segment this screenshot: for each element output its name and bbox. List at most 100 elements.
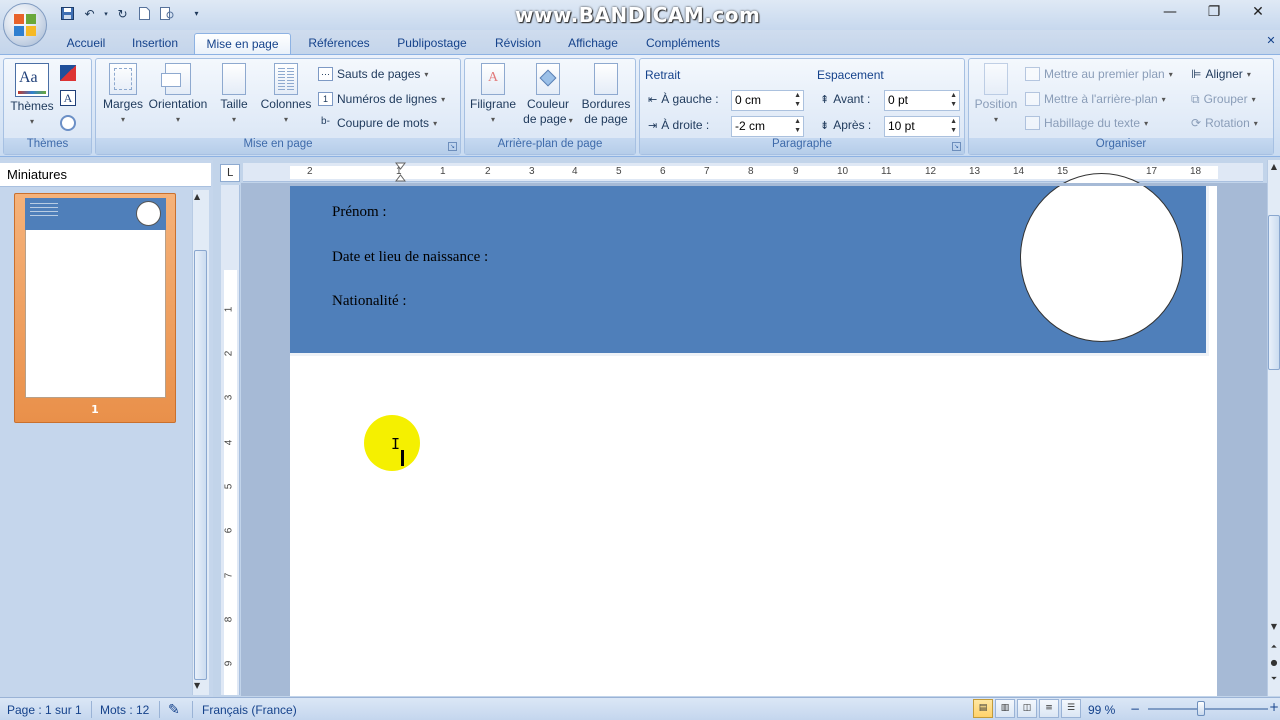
web-layout-icon[interactable]: ◫ — [1017, 699, 1037, 718]
undo-icon[interactable]: ↶ — [80, 4, 99, 23]
arriere-plan-label: Mettre à l'arrière-plan — [1044, 92, 1158, 106]
date-lieu-text[interactable]: Date et lieu de naissance : — [332, 249, 488, 266]
theme-fonts-icon[interactable]: A — [60, 90, 76, 106]
spinner-arrows-icon[interactable]: ▲ ▼ — [950, 91, 957, 109]
tab-selector[interactable]: L — [220, 164, 240, 182]
maximize-button[interactable]: ❐ — [1192, 0, 1236, 24]
tab-mise-en-page[interactable]: Mise en page — [194, 33, 291, 54]
thumbnail-text-lines — [30, 203, 58, 217]
position-button[interactable]: Position ▾ — [972, 63, 1020, 127]
thumbnails-scroll-thumb[interactable] — [194, 250, 207, 680]
theme-effects-icon[interactable] — [60, 115, 76, 131]
ribbon: Aa Thèmes ▾ A Thèmes Marges ▾ Orientatio… — [0, 54, 1280, 157]
scroll-up-icon[interactable]: ▲ — [194, 192, 200, 201]
scroll-down-icon[interactable]: ▼ — [1268, 622, 1280, 631]
group-paragraphe: Retrait ⇤ À gauche : 0 cm ▲ ▼ ⇥ À droite … — [639, 58, 965, 155]
rotation-button[interactable]: ⟳ Rotation ▾ — [1191, 113, 1258, 133]
theme-colors-icon[interactable] — [60, 65, 76, 81]
bordures-de-page-button[interactable]: Bordures de page — [578, 63, 634, 127]
tab-accueil[interactable]: Accueil — [63, 33, 109, 54]
tab-revision[interactable]: Révision — [489, 33, 547, 54]
arriere-plan-button[interactable]: Mettre à l'arrière-plan ▾ — [1025, 89, 1166, 109]
bordures-label-2: de page — [584, 112, 628, 126]
print-layout-icon[interactable]: ▤ — [973, 699, 993, 718]
numeros-de-lignes-button[interactable]: 1 Numéros de lignes ▾ — [318, 89, 445, 109]
dialog-launcher-icon[interactable]: ↘ — [448, 142, 457, 151]
espacement-apres-input[interactable]: 10 pt ▲ ▼ — [884, 116, 960, 137]
save-icon[interactable] — [58, 4, 77, 23]
espacement-apres-label: ⇟ Après : — [820, 115, 871, 135]
retrait-droite-input[interactable]: -2 cm ▲ ▼ — [731, 116, 804, 137]
document-scroll-thumb[interactable] — [1268, 215, 1280, 370]
zoom-out-icon[interactable]: − — [1130, 702, 1140, 716]
customize-qat-icon[interactable]: ▾ — [187, 4, 206, 23]
spinner-arrows-icon[interactable]: ▲ ▼ — [794, 117, 801, 135]
indent-marker-icon[interactable] — [395, 162, 406, 182]
zoom-level[interactable]: 99 % — [1088, 703, 1115, 717]
tab-complements[interactable]: Compléments — [640, 33, 726, 54]
aligner-button[interactable]: ⊫ Aligner ▾ — [1191, 64, 1251, 84]
coupure-de-mots-button[interactable]: b- Coupure de mots ▾ — [318, 113, 437, 133]
close-button[interactable]: ✕ — [1236, 0, 1280, 24]
tab-publipostage[interactable]: Publipostage — [390, 33, 474, 54]
orientation-button[interactable]: Orientation ▾ — [148, 63, 208, 127]
print-preview-icon[interactable] — [157, 4, 176, 23]
sauts-de-pages-button[interactable]: ⋯ Sauts de pages ▾ — [318, 64, 428, 84]
filigrane-button[interactable]: A Filigrane ▾ — [468, 63, 518, 127]
full-screen-reading-icon[interactable]: ▥ — [995, 699, 1015, 718]
undo-dropdown-icon[interactable]: ▾ — [102, 4, 110, 23]
habillage-button[interactable]: Habillage du texte ▾ — [1025, 113, 1148, 133]
scroll-up-icon[interactable]: ▲ — [1268, 162, 1280, 171]
chevron-down-icon: ▾ — [993, 115, 998, 124]
new-document-icon[interactable] — [135, 4, 154, 23]
ruler-tick-label: 4 — [572, 166, 578, 177]
retrait-gauche-input[interactable]: 0 cm ▲ ▼ — [731, 90, 804, 111]
nationalite-text[interactable]: Nationalité : — [332, 293, 407, 310]
themes-button[interactable]: Aa Thèmes ▾ — [8, 63, 56, 129]
browse-object-icon[interactable]: ● — [1268, 658, 1280, 667]
draft-icon[interactable]: ☰ — [1061, 699, 1081, 718]
ruler-tick-label: 1 — [223, 306, 235, 313]
zoom-slider-knob[interactable] — [1197, 701, 1205, 716]
premier-plan-button[interactable]: Mettre au premier plan ▾ — [1025, 64, 1173, 84]
ruler-tick-label: 6 — [223, 527, 235, 534]
tab-insertion[interactable]: Insertion — [126, 33, 184, 54]
next-page-icon[interactable]: ⏷ — [1268, 674, 1280, 684]
status-language[interactable]: Français (France) — [202, 703, 297, 717]
redo-icon[interactable]: ↻ — [113, 4, 132, 23]
previous-page-icon[interactable]: ⏶ — [1268, 642, 1280, 652]
status-page[interactable]: Page : 1 sur 1 — [7, 703, 82, 717]
grouper-button[interactable]: ⧉ Grouper ▾ — [1191, 89, 1256, 109]
ruler-tick-label: 14 — [1013, 166, 1025, 177]
marges-button[interactable]: Marges ▾ — [100, 63, 146, 127]
taille-button[interactable]: Taille ▾ — [214, 63, 254, 127]
minimize-button[interactable]: — — [1148, 0, 1192, 24]
tab-references[interactable]: Références — [302, 33, 376, 54]
view-buttons: ▤ ▥ ◫ ≡ ☰ — [973, 699, 1081, 718]
zoom-in-icon[interactable]: + — [1269, 700, 1279, 714]
proofing-icon[interactable]: ✎ — [168, 701, 180, 718]
photo-circle[interactable] — [1020, 173, 1183, 342]
status-words[interactable]: Mots : 12 — [100, 703, 149, 717]
habillage-label: Habillage du texte — [1044, 116, 1141, 130]
prenom-text[interactable]: Prénom : — [332, 204, 387, 221]
help-icon[interactable]: ✕ — [1264, 34, 1278, 48]
indent-right-icon: ⇥ — [648, 119, 658, 132]
chevron-down-icon: ▾ — [120, 115, 125, 124]
ruler-tick-label: 4 — [223, 439, 235, 446]
ruler-tick-label: 7 — [704, 166, 710, 177]
espacement-avant-input[interactable]: 0 pt ▲ ▼ — [884, 90, 960, 111]
send-back-icon — [1025, 92, 1040, 106]
couleur-de-page-button[interactable]: Couleur de page ▾ — [520, 63, 576, 128]
spinner-arrows-icon[interactable]: ▲ ▼ — [950, 117, 957, 135]
scroll-down-icon[interactable]: ▼ — [194, 681, 200, 690]
tab-affichage[interactable]: Affichage — [561, 33, 625, 54]
spinner-arrows-icon[interactable]: ▲ ▼ — [794, 91, 801, 109]
office-button[interactable] — [3, 3, 47, 47]
zoom-slider[interactable] — [1148, 708, 1268, 710]
colonnes-button[interactable]: Colonnes ▾ — [259, 63, 313, 127]
ibeam-cursor-icon: I — [391, 435, 401, 453]
outline-icon[interactable]: ≡ — [1039, 699, 1059, 718]
dialog-launcher-icon[interactable]: ↘ — [952, 142, 961, 151]
rotate-icon: ⟳ — [1191, 116, 1202, 130]
